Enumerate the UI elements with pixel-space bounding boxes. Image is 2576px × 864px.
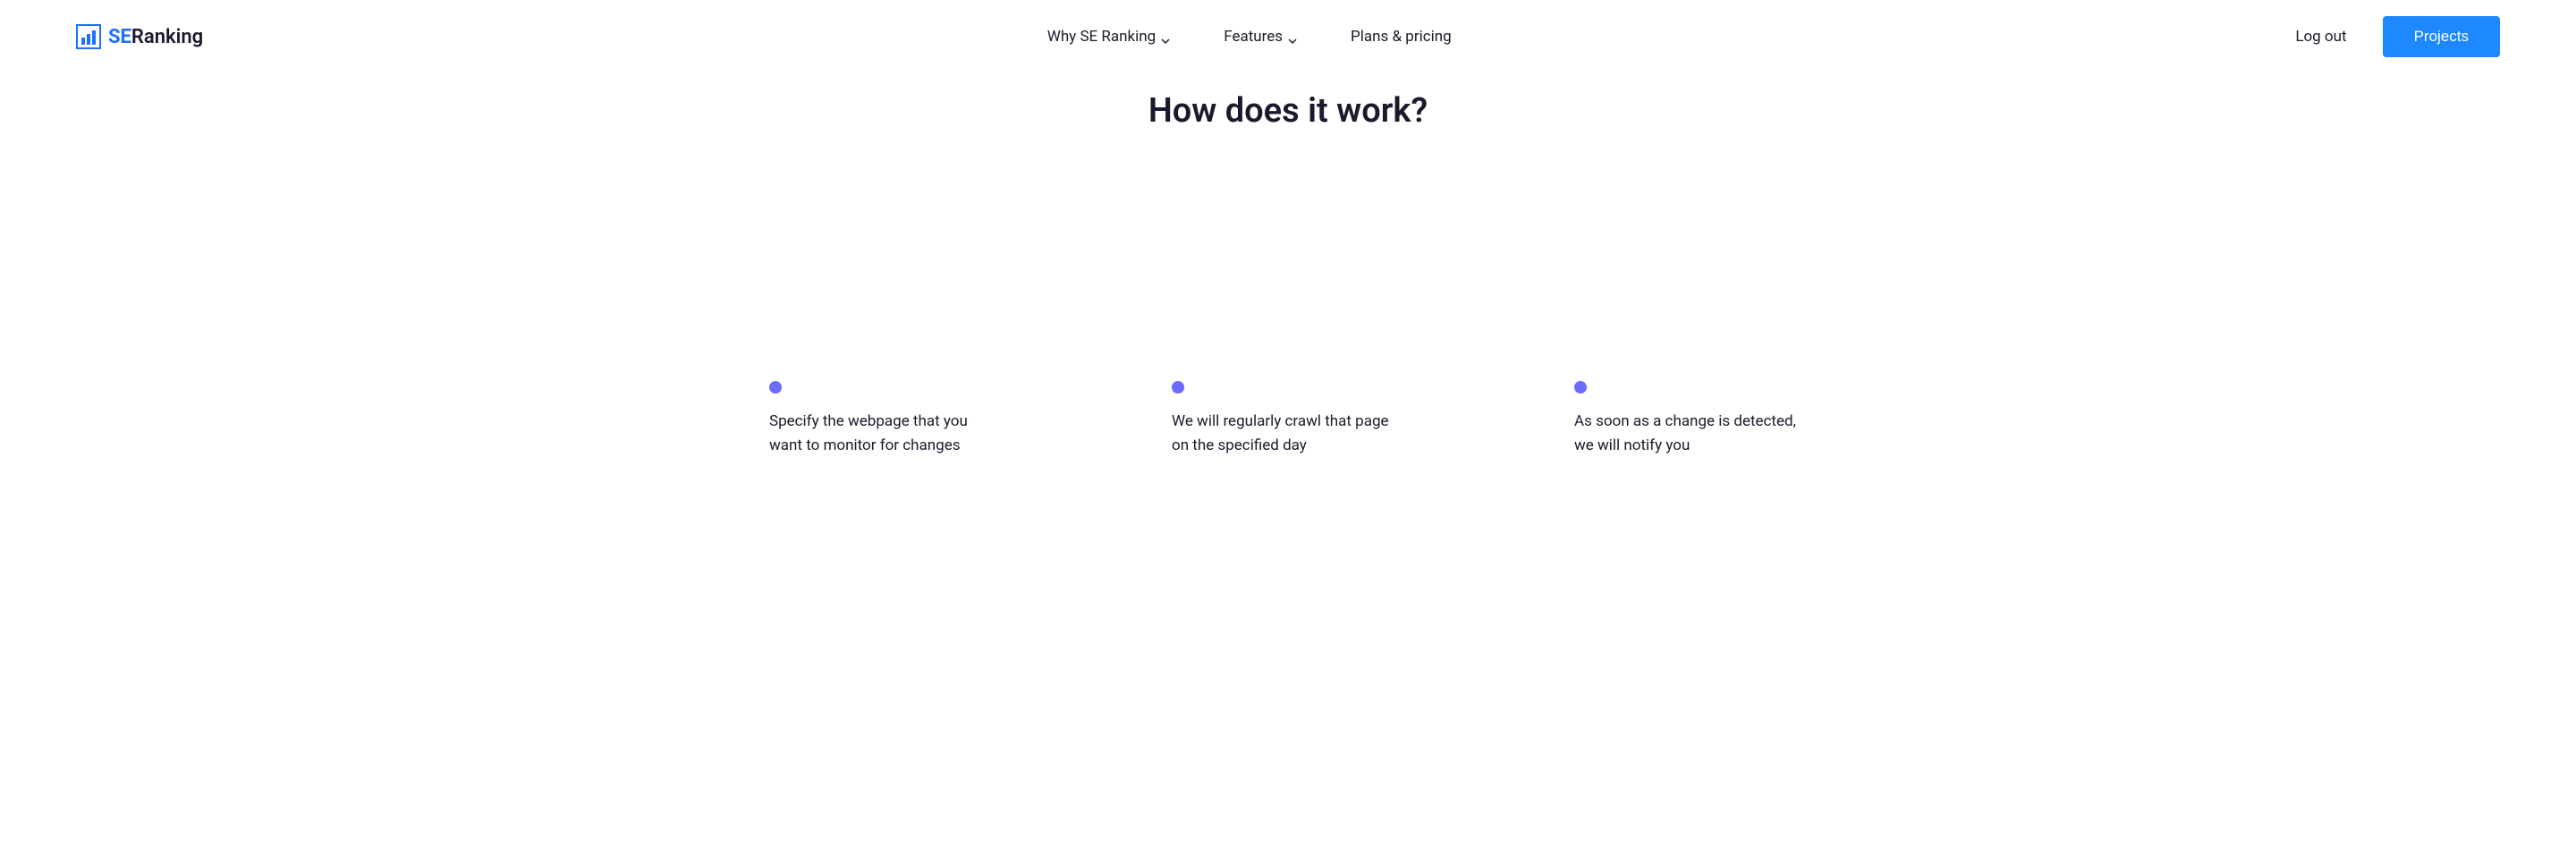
nav-plans-pricing[interactable]: Plans & pricing — [1351, 28, 1452, 46]
site-header: SERanking Why SE Ranking Features Plans … — [0, 0, 2576, 73]
step-item: Specify the webpage that you want to mon… — [769, 381, 1002, 458]
step-text: As soon as a change is detected, we will… — [1574, 410, 1807, 458]
nav-label: Why SE Ranking — [1047, 28, 1156, 46]
section-title: How does it work? — [0, 91, 2576, 131]
step-dot-icon — [769, 381, 782, 394]
nav-why-se-ranking[interactable]: Why SE Ranking — [1047, 28, 1170, 46]
main-content: How does it work? Specify the webpage th… — [0, 73, 2576, 512]
main-nav: Why SE Ranking Features Plans & pricing — [1047, 28, 1452, 46]
nav-label: Features — [1224, 28, 1283, 46]
step-item: We will regularly crawl that page on the… — [1172, 381, 1404, 458]
step-text: Specify the webpage that you want to mon… — [769, 410, 1002, 458]
chevron-down-icon — [1161, 32, 1170, 41]
nav-right: Log out Projects — [2295, 16, 2500, 57]
steps-container: Specify the webpage that you want to mon… — [0, 381, 2576, 458]
logo-bars-icon — [76, 24, 101, 49]
step-dot-icon — [1172, 381, 1184, 394]
step-item: As soon as a change is detected, we will… — [1574, 381, 1807, 458]
nav-features[interactable]: Features — [1224, 28, 1297, 46]
nav-label: Plans & pricing — [1351, 28, 1452, 46]
logo[interactable]: SERanking — [76, 24, 203, 49]
chevron-down-icon — [1288, 32, 1297, 41]
logo-text: SERanking — [108, 26, 203, 48]
projects-button[interactable]: Projects — [2383, 16, 2500, 57]
step-dot-icon — [1574, 381, 1587, 394]
logout-link[interactable]: Log out — [2295, 28, 2346, 46]
step-text: We will regularly crawl that page on the… — [1172, 410, 1404, 458]
